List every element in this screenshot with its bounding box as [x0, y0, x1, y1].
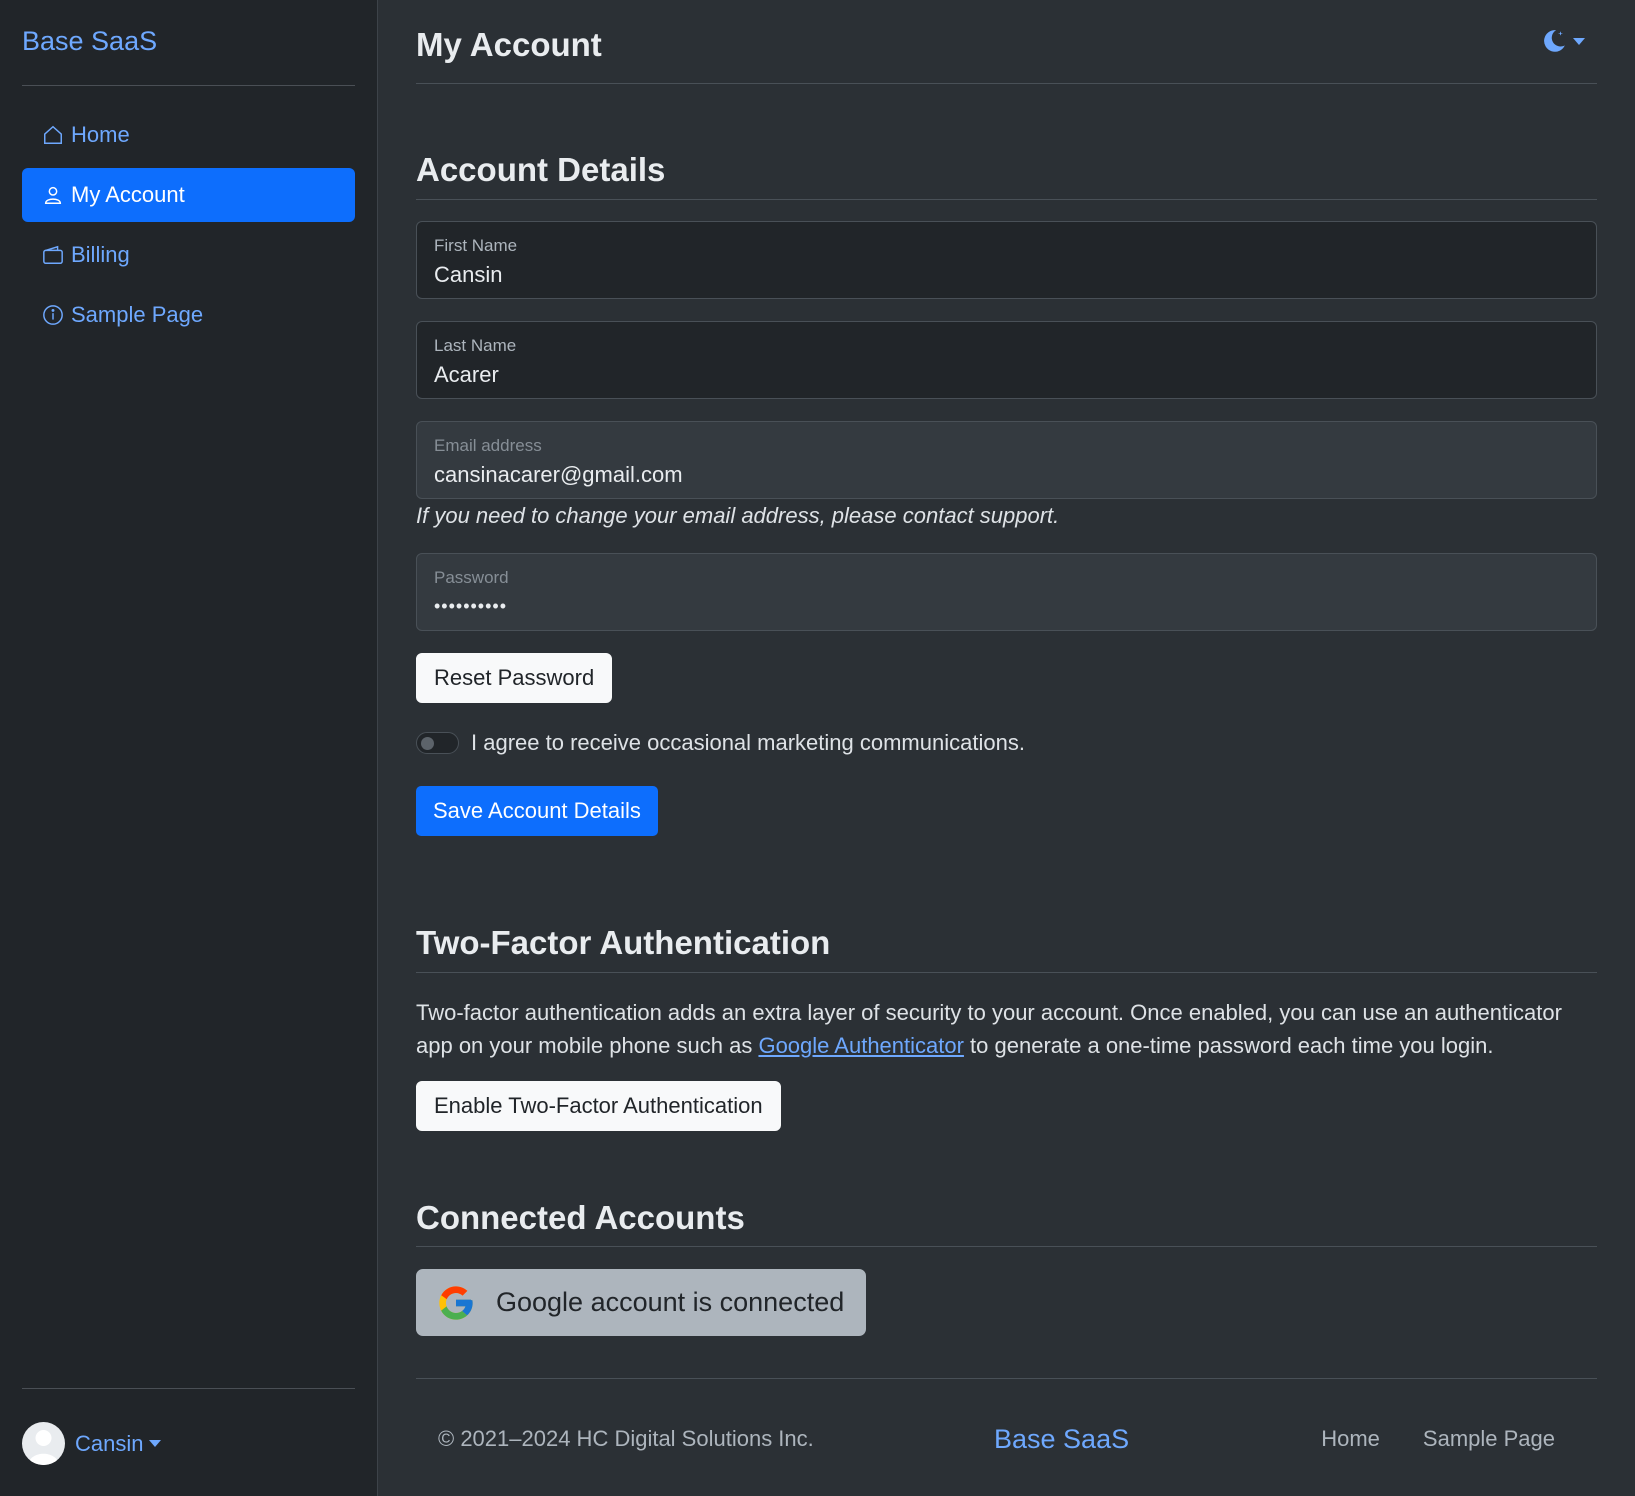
sidebar-item-label: Billing — [71, 242, 130, 267]
marketing-consent: I agree to receive occasional marketing … — [416, 730, 1025, 756]
sidebar-item-label: Home — [71, 122, 130, 147]
first-name-field[interactable]: First Name Cansin — [416, 221, 1597, 299]
footer-links: Home Sample Page — [1321, 1426, 1555, 1452]
email-value: cansinacarer@gmail.com — [434, 462, 683, 487]
wallet-icon — [43, 245, 63, 264]
sidebar-nav: Home My Account Billing Sample Page — [22, 108, 355, 348]
google-logo-icon — [439, 1285, 473, 1320]
first-name-value[interactable]: Cansin — [434, 262, 1579, 288]
section-title-account-details: Account Details — [416, 151, 666, 188]
last-name-label: Last Name — [434, 336, 517, 355]
enable-two-factor-button[interactable]: Enable Two-Factor Authentication — [416, 1081, 781, 1131]
moon-stars-icon — [1544, 30, 1565, 52]
info-circle-icon — [43, 305, 63, 325]
sidebar-item-sample-page[interactable]: Sample Page — [22, 288, 355, 342]
email-field: Email address cansinacarer@gmail.com — [416, 421, 1597, 499]
sidebar-item-home[interactable]: Home — [22, 108, 355, 162]
footer-brand[interactable]: Base SaaS — [994, 1424, 1129, 1455]
sidebar: Base SaaS Home My Account Billing Sample… — [0, 0, 378, 1496]
page-title: My Account — [416, 26, 602, 63]
last-name-field[interactable]: Last Name Acarer — [416, 321, 1597, 399]
password-value: •••••••••• — [434, 596, 508, 616]
theme-toggle[interactable] — [1541, 28, 1585, 54]
sidebar-divider — [22, 85, 355, 86]
google-authenticator-link[interactable]: Google Authenticator — [758, 1033, 963, 1058]
section-title-connected-accounts: Connected Accounts — [416, 1199, 745, 1236]
footer-link-home[interactable]: Home — [1321, 1426, 1380, 1452]
sidebar-item-billing[interactable]: Billing — [22, 228, 355, 282]
person-icon — [44, 186, 62, 204]
copyright: © 2021–2024 HC Digital Solutions Inc. — [438, 1426, 814, 1451]
reset-password-button[interactable]: Reset Password — [416, 653, 613, 703]
user-name: Cansin — [75, 1430, 144, 1456]
email-help-text: If you need to change your email address… — [416, 503, 1060, 528]
sidebar-item-label: Sample Page — [71, 302, 204, 327]
google-connected-label: Google account is connected — [496, 1287, 845, 1317]
password-label: Password — [434, 568, 509, 587]
sidebar-brand[interactable]: Base SaaS — [22, 26, 157, 57]
section-title-two-factor: Two-Factor Authentication — [416, 924, 831, 961]
marketing-label: I agree to receive occasional marketing … — [471, 730, 1025, 755]
two-factor-text: to generate a one-time password each tim… — [963, 1033, 1494, 1058]
header-divider — [416, 83, 1597, 84]
google-connected-button[interactable]: Google account is connected — [416, 1269, 866, 1336]
save-account-details-button[interactable]: Save Account Details — [416, 786, 658, 836]
password-field: Password •••••••••• — [416, 553, 1597, 631]
section-divider — [416, 1246, 1597, 1247]
sidebar-divider — [22, 1388, 355, 1389]
email-label: Email address — [434, 436, 542, 455]
sidebar-item-label: My Account — [71, 182, 185, 207]
house-icon — [44, 125, 62, 144]
sidebar-item-my-account[interactable]: My Account — [22, 168, 355, 222]
caret-down-icon — [1573, 37, 1585, 45]
first-name-label: First Name — [434, 236, 518, 255]
footer-link-sample-page[interactable]: Sample Page — [1423, 1426, 1555, 1452]
avatar — [22, 1422, 65, 1465]
footer-divider — [416, 1378, 1597, 1379]
last-name-value[interactable]: Acarer — [434, 362, 1579, 388]
section-divider — [416, 199, 1597, 200]
two-factor-description: Two-factor authentication adds an extra … — [416, 996, 1597, 1062]
user-menu[interactable]: Cansin — [22, 1422, 162, 1465]
user-silhouette-icon — [28, 1430, 59, 1465]
caret-down-icon — [149, 1440, 162, 1447]
marketing-toggle[interactable] — [416, 732, 459, 754]
section-divider — [416, 972, 1597, 973]
footer: © 2021–2024 HC Digital Solutions Inc. Ba… — [416, 1378, 1597, 1496]
